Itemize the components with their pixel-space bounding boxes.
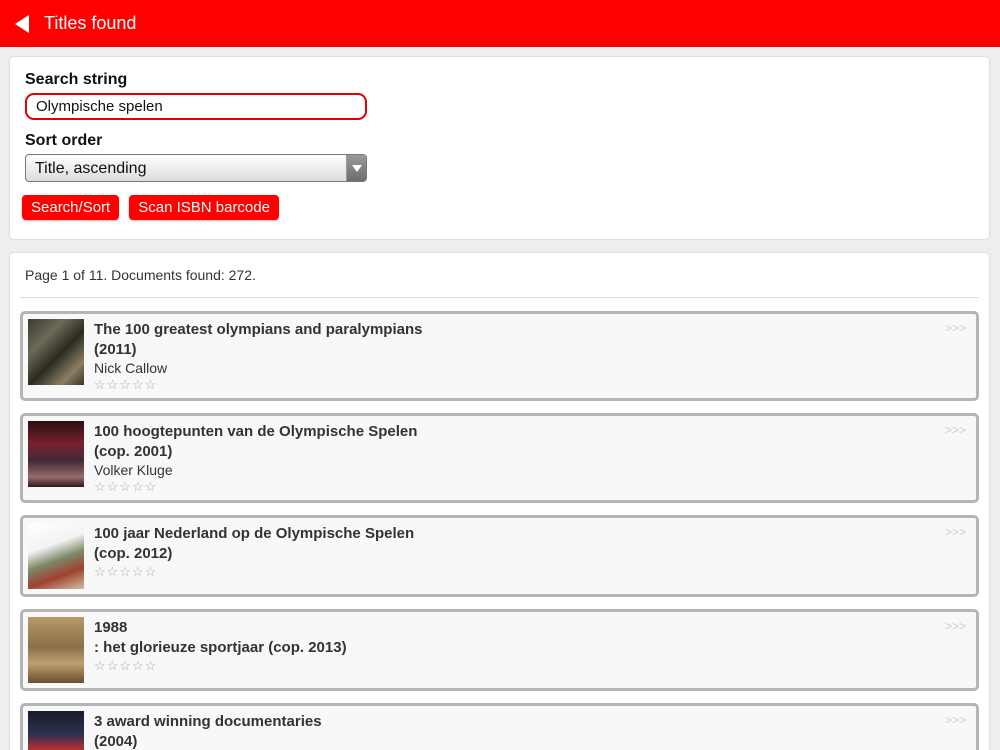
more-link[interactable]: >>> [945,713,966,727]
more-link[interactable]: >>> [945,619,966,633]
rating-stars-icon[interactable]: ☆☆☆☆☆ [94,658,347,674]
item-author: Nick Callow [94,360,168,376]
rating-stars-icon[interactable]: ☆☆☆☆☆ [94,377,422,393]
back-arrow-icon[interactable] [15,14,29,33]
result-item[interactable]: 3 award winning documentaries (2004) ☆☆☆… [20,703,979,750]
dvd-cover-photo-icon [28,711,84,750]
item-year: (2011) [94,341,137,358]
button-row: Search/Sort Scan ISBN barcode [22,195,974,220]
search-sort-button[interactable]: Search/Sort [22,195,120,220]
result-item[interactable]: 100 jaar Nederland op de Olympische Spel… [20,515,979,597]
divider [20,297,979,298]
item-year: : het glorieuze sportjaar (cop. 2013) [94,639,347,656]
more-link[interactable]: >>> [945,321,966,335]
dropdown-arrow-icon[interactable] [346,155,366,181]
page-title: Titles found [44,13,137,33]
book-cover-photo-icon [28,319,84,385]
book-cover-photo-icon [28,617,84,683]
more-link[interactable]: >>> [945,525,966,539]
item-author: Volker Kluge [94,462,173,478]
item-title: The 100 greatest olympians and paralympi… [94,321,423,338]
book-cover-photo-icon [28,523,84,589]
sort-order-label: Sort order [25,132,103,149]
item-year: (2004) [94,733,138,750]
page-info: Page 1 of 11. Documents found: 272. [25,267,256,283]
item-title: 1988 [94,619,128,636]
scan-isbn-button[interactable]: Scan ISBN barcode [129,195,279,220]
rating-stars-icon[interactable]: ☆☆☆☆☆ [94,479,417,495]
results-panel: Page 1 of 11. Documents found: 272. The … [10,253,989,750]
item-title: 100 jaar Nederland op de Olympische Spel… [94,525,415,542]
sort-order-select[interactable]: Title, ascending [25,154,367,182]
result-item[interactable]: The 100 greatest olympians and paralympi… [20,311,979,401]
item-title: 3 award winning documentaries [94,713,322,730]
book-cover-photo-icon [28,421,84,487]
rating-stars-icon[interactable]: ☆☆☆☆☆ [94,564,414,580]
search-string-label: Search string [25,71,128,88]
sort-order-value: Title, ascending [35,160,147,177]
item-year: (cop. 2001) [94,443,173,460]
top-bar: Titles found [0,0,1000,47]
item-year: (cop. 2012) [94,545,173,562]
result-item[interactable]: 1988 : het glorieuze sportjaar (cop. 201… [20,609,979,691]
search-input[interactable] [25,93,367,120]
item-title: 100 hoogtepunten van de Olympische Spele… [94,423,418,440]
more-link[interactable]: >>> [945,423,966,437]
search-panel: Search string Sort order Title, ascendin… [10,57,989,239]
result-item[interactable]: 100 hoogtepunten van de Olympische Spele… [20,413,979,503]
